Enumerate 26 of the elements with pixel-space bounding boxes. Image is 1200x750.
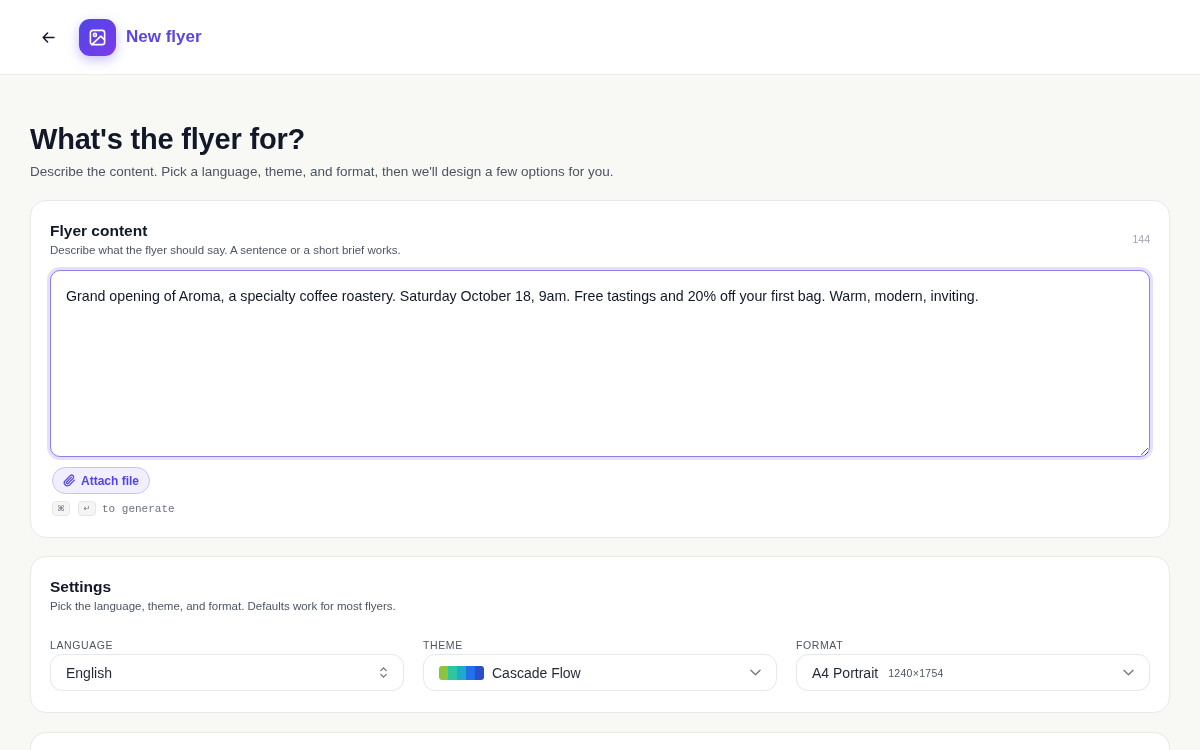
field-label: LANGUAGE [50, 638, 115, 652]
page-title: New flyer [126, 27, 202, 47]
card-description: Pick the language, theme, and format. Defaults work for most flyers. [50, 599, 397, 614]
up-down-chevron-icon [379, 666, 388, 679]
back-arrow-icon [41, 31, 55, 43]
keyboard-key: ⌘ [52, 501, 70, 516]
paperclip-icon [63, 474, 76, 487]
card-description: Describe what the flyer should say. A sentence or a short brief works. [50, 243, 401, 258]
page-heading: What's the flyer for? [30, 122, 306, 157]
select-field[interactable]: Cascade Flow [423, 654, 777, 691]
page-subtitle: Describe the content. Pick a language, theme, and format, then we'll design a few options for you. [30, 163, 615, 181]
content-field[interactable]: Grand opening of Aroma, a specialty coffee roastery. Saturday October 18, 9am. Free tastings and 20% off your first bag. Warm, modern, inviting. [50, 270, 1150, 457]
select-field[interactable]: A4 Portrait 1240×1754 [796, 654, 1150, 691]
size-detail: 1240×1754 [888, 666, 944, 679]
image-icon [79, 18, 116, 56]
field-label: THEME [423, 638, 464, 652]
chevron-down-icon [750, 669, 761, 676]
select-field[interactable]: English [50, 654, 404, 691]
field-label: FORMAT [796, 638, 845, 652]
card-title: Flyer content [50, 221, 149, 241]
chevron-down-icon [1123, 669, 1134, 676]
card-title: Settings [50, 577, 113, 597]
keyboard-key: ↵ [78, 501, 96, 516]
shortcut-hint: to generate [102, 502, 175, 515]
character-count: 144 [1132, 233, 1150, 245]
attach-file-button[interactable]: Attach file [52, 467, 150, 494]
